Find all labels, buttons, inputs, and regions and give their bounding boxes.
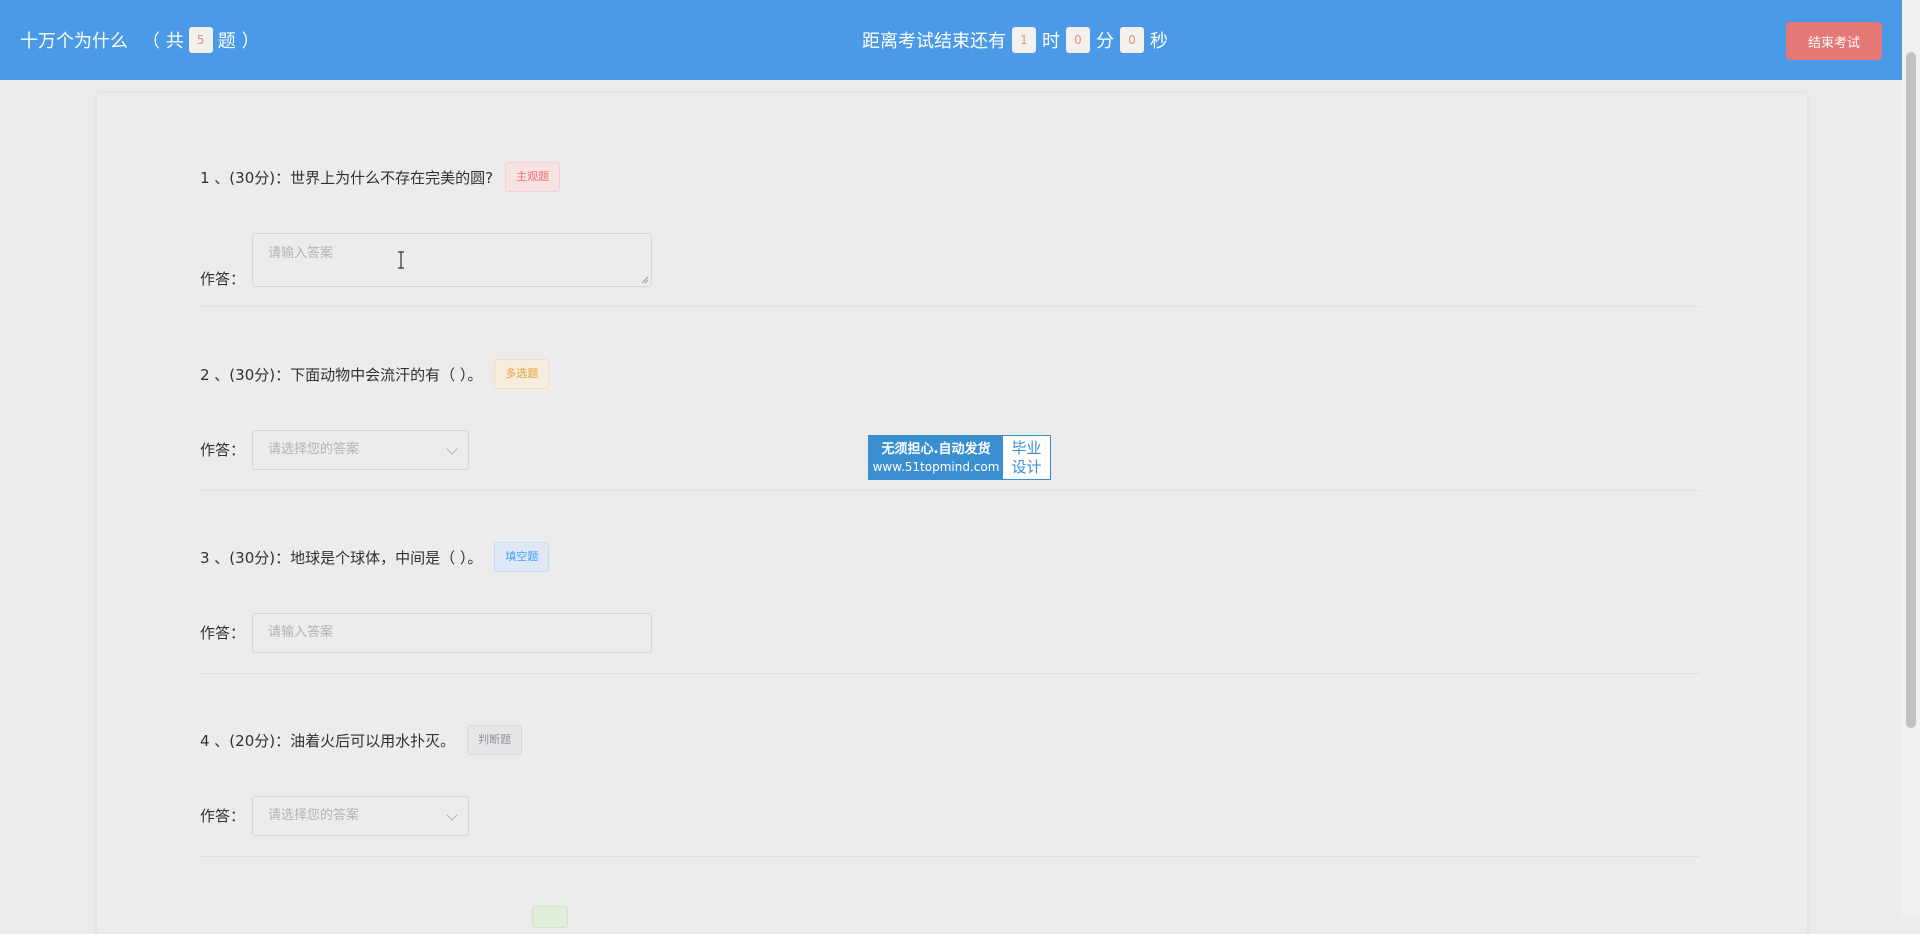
question-count-suffix: 题 ） [217, 31, 260, 52]
question-4-title: 4 、(20分)：油着火后可以用水扑灭。 判断题 [200, 725, 523, 755]
seconds-unit: 秒 [1150, 31, 1168, 52]
exam-title-group: 十万个为什么 （ 共 5 题 ） [20, 0, 259, 80]
question-3-text: 3 、(30分)：地球是个球体，中间是（ ）。 [200, 548, 483, 567]
watermark-right-1: 毕业 [1011, 438, 1042, 457]
question-count-badge: 5 [188, 27, 213, 53]
answer-textarea[interactable]: 请输入答案 [252, 233, 652, 287]
countdown-timer: 距离考试结束还有 1 时 0 分 0 秒 [862, 0, 1168, 80]
minutes-value: 0 [1066, 27, 1090, 53]
watermark-line-2: www.51topmind.com [872, 459, 1000, 474]
exam-title: 十万个为什么 [20, 31, 128, 52]
watermark-right: 毕业 设计 [1003, 436, 1050, 479]
question-type-tag: 主观题 [505, 162, 561, 192]
hours-value: 1 [1012, 27, 1036, 53]
question-type-tag: 填空题 [494, 542, 550, 572]
answer-label: 作答： [200, 624, 246, 642]
question-2-title: 2 、(30分)：下面动物中会流汗的有（ ）。 多选题 [200, 359, 550, 389]
question-4-text: 4 、(20分)：油着火后可以用水扑灭。 [200, 731, 456, 750]
question-divider [200, 490, 1700, 491]
answer-select-placeholder: 请选择您的答案 [268, 442, 360, 457]
answer-label: 作答： [200, 441, 246, 459]
answer-label: 作答： [200, 270, 246, 288]
question-5-type-tag [532, 906, 568, 928]
answer-select-placeholder: 请选择您的答案 [268, 808, 360, 823]
resize-handle-icon[interactable] [641, 276, 649, 284]
end-exam-button[interactable]: 结束考试 [1786, 22, 1882, 60]
vertical-scrollbar[interactable] [1902, 0, 1920, 916]
chevron-down-icon [446, 809, 458, 821]
question-count-prefix: （ 共 [142, 31, 184, 52]
hours-unit: 时 [1042, 31, 1060, 52]
question-divider [200, 306, 1700, 307]
answer-input[interactable]: 请输入答案 [252, 613, 652, 653]
seconds-value: 0 [1120, 27, 1144, 53]
watermark-line-1: 无须担心.自动发货 [881, 441, 991, 457]
scrollbar-thumb[interactable] [1906, 52, 1916, 728]
question-1-text: 1 、(30分)：世界上为什么不存在完美的圆? [200, 168, 494, 187]
chevron-down-icon [446, 443, 458, 455]
answer-select[interactable]: 请选择您的答案 [252, 796, 469, 836]
question-1-title: 1 、(30分)：世界上为什么不存在完美的圆? 主观题 [200, 162, 561, 192]
watermark-left: 无须担心.自动发货 www.51topmind.com [869, 436, 1003, 479]
watermark-logo: 无须担心.自动发货 www.51topmind.com 毕业 设计 [868, 435, 1051, 480]
question-divider [200, 856, 1700, 857]
answer-textarea-placeholder: 请输入答案 [268, 246, 334, 261]
question-2-text: 2 、(30分)：下面动物中会流汗的有（ ）。 [200, 365, 483, 384]
question-divider [200, 673, 1700, 674]
countdown-label: 距离考试结束还有 [862, 31, 1006, 52]
question-3-title: 3 、(30分)：地球是个球体，中间是（ ）。 填空题 [200, 542, 550, 572]
minutes-unit: 分 [1096, 31, 1114, 52]
answer-input-placeholder: 请输入答案 [268, 625, 334, 640]
top-bar: 十万个为什么 （ 共 5 题 ） 距离考试结束还有 1 时 0 分 0 秒 结束… [0, 0, 1902, 80]
answer-label: 作答： [200, 807, 246, 825]
watermark-right-2: 设计 [1011, 457, 1042, 476]
question-type-tag: 多选题 [494, 359, 550, 389]
text-cursor-icon [398, 251, 404, 269]
question-type-tag: 判断题 [467, 725, 523, 755]
answer-select[interactable]: 请选择您的答案 [252, 430, 469, 470]
